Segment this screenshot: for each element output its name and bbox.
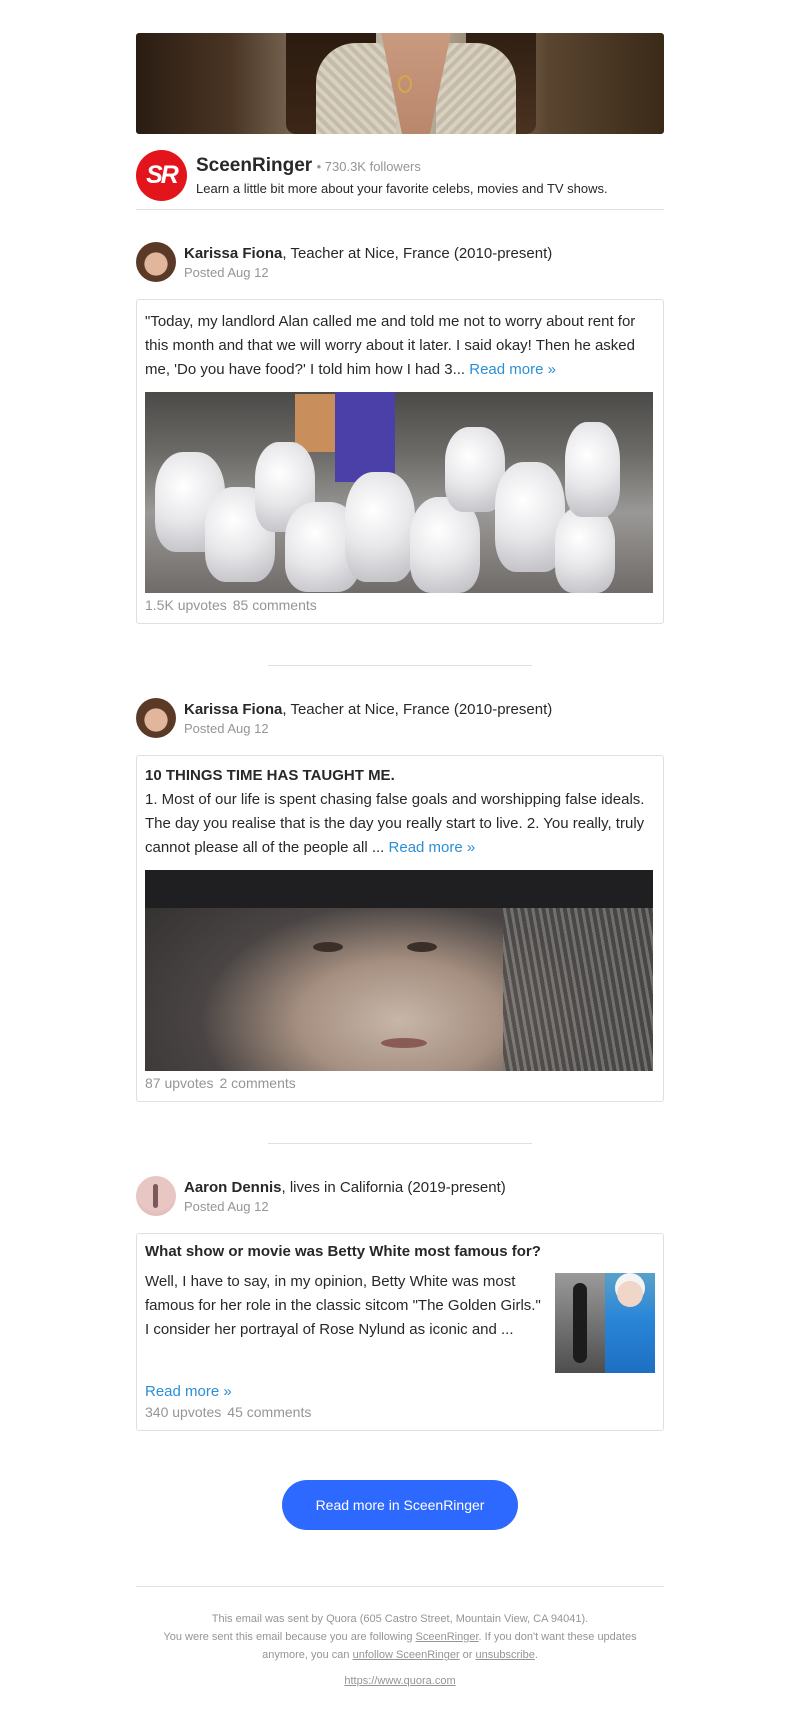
question-title[interactable]: What show or movie was Betty White most … — [145, 1242, 655, 1262]
post-date: Posted Aug 12 — [184, 1198, 269, 1214]
footer-text: You were sent this email because you are… — [163, 1631, 416, 1643]
read-more-link[interactable]: Read more » — [389, 839, 476, 856]
author-credential: , lives in California (2019-present) — [281, 1178, 506, 1196]
space-header: SR SceenRinger • 730.3K followers Learn … — [136, 134, 664, 210]
post-card[interactable]: What show or movie was Betty White most … — [136, 1233, 664, 1431]
upvote-count[interactable]: 87 upvotes — [145, 1075, 214, 1091]
post-date: Posted Aug 12 — [184, 720, 269, 736]
post-image[interactable] — [145, 870, 653, 1071]
post-thumbnail[interactable] — [555, 1273, 655, 1373]
space-cover-image — [136, 33, 664, 134]
read-more-link[interactable]: Read more » — [145, 1383, 232, 1400]
author-avatar[interactable] — [136, 698, 176, 738]
comment-count[interactable]: 85 comments — [233, 597, 317, 613]
author-credential: , Teacher at Nice, France (2010-present) — [282, 700, 553, 718]
unfollow-link[interactable]: unfollow SceenRinger — [353, 1649, 460, 1661]
post-card[interactable]: "Today, my landlord Alan called me and t… — [136, 299, 664, 624]
space-name[interactable]: SceenRinger — [196, 155, 312, 176]
post-item: Karissa Fiona, Teacher at Nice, France (… — [136, 210, 664, 624]
post-date: Posted Aug 12 — [184, 264, 269, 280]
footer-sender-line: This email was sent by Quora (605 Castro… — [211, 1613, 589, 1625]
upvote-count[interactable]: 1.5K upvotes — [145, 597, 227, 613]
post-card[interactable]: 10 THINGS TIME HAS TAUGHT ME. 1. Most of… — [136, 755, 664, 1102]
post-item: Aaron Dennis, lives in California (2019-… — [136, 1144, 664, 1431]
email-body: SR SceenRinger • 730.3K followers Learn … — [136, 0, 664, 1690]
space-logo-icon[interactable]: SR — [136, 149, 187, 201]
read-more-in-space-button[interactable]: Read more in SceenRinger — [282, 1480, 518, 1530]
footer-text: or — [459, 1649, 476, 1661]
post-excerpt: "Today, my landlord Alan called me and t… — [145, 313, 636, 378]
unsubscribe-link[interactable]: unsubscribe — [476, 1649, 535, 1661]
footer-text: . If you don't want these updates — [478, 1631, 637, 1643]
post-item: Karissa Fiona, Teacher at Nice, France (… — [136, 666, 664, 1102]
upvote-count[interactable]: 340 upvotes — [145, 1404, 221, 1420]
author-credential: , Teacher at Nice, France (2010-present) — [282, 244, 553, 262]
author-name[interactable]: Aaron Dennis — [184, 1179, 282, 1196]
footer-text: . — [534, 1649, 538, 1661]
author-avatar[interactable] — [136, 1176, 176, 1216]
post-title[interactable]: 10 THINGS TIME HAS TAUGHT ME. — [145, 766, 655, 786]
author-avatar[interactable] — [136, 242, 176, 282]
author-name[interactable]: Karissa Fiona — [184, 701, 282, 718]
read-more-link[interactable]: Read more » — [469, 361, 556, 378]
post-excerpt: Well, I have to say, in my opinion, Bett… — [145, 1273, 541, 1338]
author-name[interactable]: Karissa Fiona — [184, 245, 282, 262]
space-description: Learn a little bit more about your favor… — [196, 180, 608, 196]
comment-count[interactable]: 2 comments — [220, 1075, 296, 1091]
email-footer: This email was sent by Quora (605 Castro… — [136, 1586, 664, 1690]
space-followers: • 730.3K followers — [316, 158, 421, 174]
footer-space-link[interactable]: SceenRinger — [416, 1631, 479, 1643]
post-image[interactable] — [145, 392, 653, 593]
footer-text: anymore, you can — [262, 1649, 353, 1661]
comment-count[interactable]: 45 comments — [227, 1404, 311, 1420]
quora-site-link[interactable]: https://www.quora.com — [344, 1672, 455, 1690]
